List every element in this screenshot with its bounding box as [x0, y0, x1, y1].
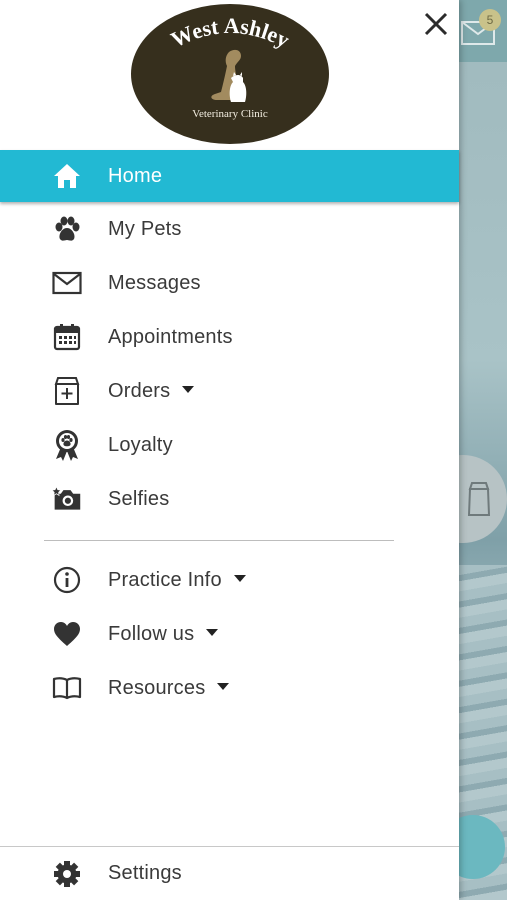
menu-item-home[interactable]: Home: [0, 150, 459, 202]
chevron-down-icon: [182, 385, 195, 393]
medicine-bag-icon: [467, 482, 491, 516]
clinic-logo: West Ashley Veterinary Clinic: [131, 4, 329, 144]
chevron-down-icon: [233, 574, 246, 582]
menu-item-orders[interactable]: Orders: [0, 364, 459, 418]
menu-item-label: Settings: [108, 862, 182, 884]
chevron-down-icon: [206, 628, 219, 636]
background-header: 5: [459, 0, 507, 62]
logo-title: West Ashley: [167, 13, 294, 53]
heart-icon: [52, 619, 82, 649]
info-icon: [52, 565, 82, 595]
menu-item-label: Selfies: [108, 487, 170, 510]
svg-text:West Ashley: West Ashley: [167, 13, 294, 53]
envelope-icon: [52, 268, 82, 298]
drawer-footer: Settings: [0, 847, 459, 900]
menu-item-label: My Pets: [108, 217, 182, 240]
close-icon: [424, 12, 448, 36]
primary-menu: Home My Pets Messages Appointments Order…: [0, 150, 459, 526]
menu-item-label: Orders: [108, 380, 195, 403]
menu-item-loyalty[interactable]: Loyalty: [0, 418, 459, 472]
menu-item-label: Messages: [108, 271, 201, 294]
close-drawer-button[interactable]: [420, 8, 452, 40]
menu-item-my-pets[interactable]: My Pets: [0, 202, 459, 256]
menu-item-label: Practice Info: [108, 569, 246, 592]
camera-icon: [52, 484, 82, 514]
calendar-icon: [52, 322, 82, 352]
menu-item-settings[interactable]: Settings: [0, 847, 459, 900]
menu-item-label: Follow us: [108, 623, 219, 646]
menu-item-label: Loyalty: [108, 433, 173, 456]
home-icon: [52, 161, 82, 191]
menu-item-resources[interactable]: Resources: [0, 661, 459, 715]
dog-cat-silhouette: [211, 49, 247, 102]
menu-item-label: Resources: [108, 677, 230, 700]
book-icon: [52, 673, 82, 703]
paw-icon: [52, 214, 82, 244]
medicine-bag-icon: [52, 376, 82, 406]
background-orders-tile: [459, 455, 507, 543]
menu-item-label: Appointments: [108, 325, 233, 348]
logo-subtitle: Veterinary Clinic: [192, 108, 268, 120]
menu-item-messages[interactable]: Messages: [0, 256, 459, 310]
chevron-down-icon: [217, 682, 230, 690]
menu-item-follow-us[interactable]: Follow us: [0, 607, 459, 661]
menu-item-appointments[interactable]: Appointments: [0, 310, 459, 364]
background-app: 5: [459, 0, 507, 900]
award-ribbon-icon: [52, 430, 82, 461]
menu-item-selfies[interactable]: Selfies: [0, 472, 459, 526]
menu-item-label: Home: [108, 164, 163, 187]
navigation-drawer: West Ashley Veterinary Clinic Home My Pe…: [0, 0, 459, 900]
secondary-menu: Practice Info Follow us Resources: [0, 553, 459, 715]
gear-icon: [52, 859, 82, 889]
mail-badge: 5: [479, 9, 501, 31]
menu-item-practice-info[interactable]: Practice Info: [0, 553, 459, 607]
menu-divider: [44, 540, 394, 541]
